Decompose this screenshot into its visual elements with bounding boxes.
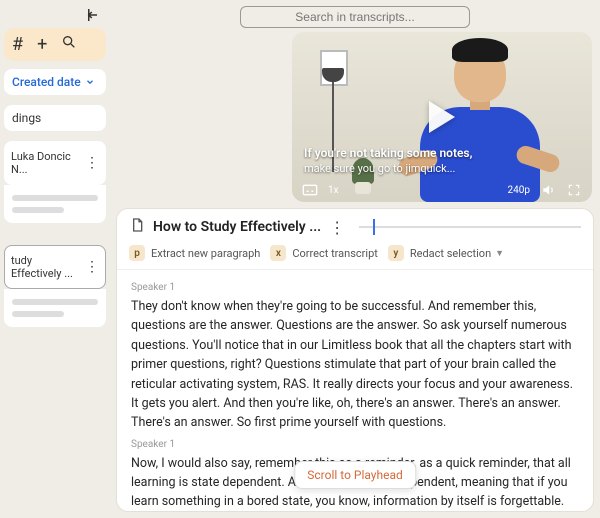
sidebar-group[interactable]: dings (4, 105, 106, 131)
play-button-icon[interactable] (429, 101, 455, 133)
speaker-label: Speaker 1 (131, 439, 579, 450)
video-quality[interactable]: 240p (508, 185, 530, 196)
playback-speed[interactable]: 1x (328, 185, 339, 196)
transcript-panel: How to Study Effectively ... ⋮ p Extract… (116, 208, 594, 512)
sidebar-item-recording-1[interactable]: Luka Doncic N... ⋮ (4, 141, 106, 185)
playback-timeline[interactable] (359, 218, 581, 236)
shortcut-key: p (129, 245, 145, 261)
search-icon[interactable] (61, 34, 77, 55)
redact-selection-action[interactable]: y Redact selection ▼ (388, 245, 504, 261)
hash-icon[interactable]: # (12, 34, 23, 55)
sidebar-toolbar: # + (4, 28, 106, 61)
skeleton-line (12, 207, 64, 213)
playhead-cursor[interactable] (373, 219, 375, 235)
add-icon[interactable]: + (37, 34, 47, 55)
dropdown-caret-icon: ▼ (495, 248, 504, 259)
search-input[interactable] (240, 6, 470, 28)
fullscreen-icon[interactable] (566, 182, 582, 198)
shortcut-key: x (270, 245, 286, 261)
correct-transcript-action[interactable]: x Correct transcript (270, 245, 378, 261)
scroll-to-playhead-button[interactable]: Scroll to Playhead (294, 461, 416, 489)
sort-created-date[interactable]: Created date (4, 69, 106, 95)
list-item-label: tudy Effectively ... (11, 254, 81, 280)
skeleton-line (12, 311, 64, 317)
shortcut-key: y (388, 245, 404, 261)
extract-paragraph-action[interactable]: p Extract new paragraph (129, 245, 260, 261)
collapse-sidebar-button[interactable] (0, 0, 110, 26)
document-icon (129, 217, 145, 237)
transcript-actions: p Extract new paragraph x Correct transc… (117, 241, 593, 270)
sidebar: # + Created date dings Luka Doncic N... … (0, 0, 110, 518)
panel-menu-button[interactable]: ⋮ (329, 218, 345, 237)
list-item-label: Luka Doncic N... (11, 150, 81, 176)
video-caption: If you're not taking some notes, make su… (304, 146, 472, 176)
volume-icon[interactable] (540, 182, 556, 198)
main-area: If you're not taking some notes, make su… (110, 0, 600, 518)
panel-title: How to Study Effectively ... (153, 219, 321, 235)
skeleton-line (12, 299, 98, 305)
sidebar-item-recording-2[interactable]: tudy Effectively ... ⋮ (4, 245, 106, 289)
item-menu-button[interactable]: ⋮ (85, 155, 99, 171)
transcript-paragraph[interactable]: They don't know when they're going to be… (131, 297, 579, 433)
speaker-label: Speaker 1 (131, 282, 579, 293)
video-player[interactable]: If you're not taking some notes, make su… (292, 32, 592, 202)
captions-icon[interactable] (302, 182, 318, 198)
video-controls: 1x 240p (292, 182, 592, 198)
chevron-down-icon (85, 77, 95, 87)
skeleton-line (12, 195, 98, 201)
item-menu-button[interactable]: ⋮ (85, 259, 99, 275)
